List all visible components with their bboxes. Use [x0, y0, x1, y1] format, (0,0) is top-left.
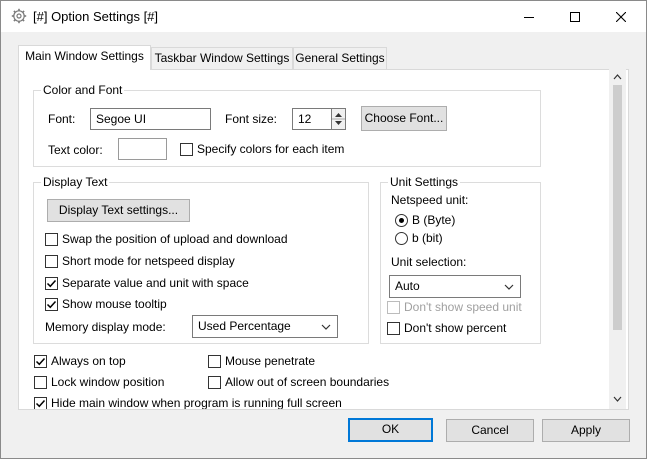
checkbox-box	[180, 142, 193, 156]
swap-upload-download-label: Swap the position of upload and download	[62, 232, 288, 246]
apply-button[interactable]: Apply	[542, 419, 630, 442]
unit-settings-group: Unit Settings Netspeed unit: B (Byte) b …	[380, 175, 541, 344]
minimize-icon	[524, 16, 534, 18]
radio-bit-label: b (bit)	[412, 231, 443, 245]
lock-window-position-label: Lock window position	[51, 375, 165, 389]
window-title: [#] Option Settings [#]	[33, 9, 159, 24]
ok-button[interactable]: OK	[348, 418, 433, 442]
font-size-field[interactable]: 12	[292, 108, 332, 130]
dont-show-speed-unit-label: Don't show speed unit	[404, 300, 522, 314]
allow-out-of-screen-checkbox[interactable]: Allow out of screen boundaries	[208, 374, 389, 390]
vertical-scrollbar[interactable]	[609, 69, 626, 409]
cancel-button[interactable]: Cancel	[446, 419, 534, 442]
unit-selection-value: Auto	[395, 279, 420, 293]
mouse-penetrate-label: Mouse penetrate	[225, 354, 316, 368]
display-text-group: Display Text Display Text settings... Sw…	[33, 175, 369, 344]
checkbox-box	[45, 276, 58, 290]
spinner-arrows-icon	[332, 113, 345, 125]
font-field[interactable]: Segoe UI	[90, 108, 211, 130]
close-button[interactable]	[598, 1, 644, 32]
always-on-top-label: Always on top	[51, 354, 126, 368]
memory-display-mode-label: Memory display mode:	[45, 320, 166, 334]
scroll-up-icon	[613, 74, 622, 80]
text-color-label: Text color:	[48, 143, 103, 157]
tab-general-settings[interactable]: General Settings	[293, 47, 387, 69]
radio-bit[interactable]: b (bit)	[395, 230, 443, 246]
font-size-label: Font size:	[225, 112, 278, 126]
memory-display-mode-value: Used Percentage	[198, 319, 291, 333]
separate-value-unit-label: Separate value and unit with space	[62, 276, 249, 290]
hide-main-window-label: Hide main window when program is running…	[51, 396, 342, 410]
main-window-settings-panel: Color and Font Font: Segoe UI Font size:…	[18, 69, 629, 410]
short-mode-label: Short mode for netspeed display	[62, 254, 235, 268]
specify-colors-label: Specify colors for each item	[197, 142, 345, 156]
check-icon	[35, 399, 46, 407]
lock-window-position-checkbox[interactable]: Lock window position	[34, 374, 164, 390]
checkbox-box	[45, 297, 58, 311]
checkbox-box	[45, 254, 58, 268]
unit-settings-title: Unit Settings	[388, 175, 461, 189]
checkbox-box	[387, 300, 400, 314]
radio-circle	[395, 213, 408, 227]
maximize-button[interactable]	[552, 1, 598, 32]
font-size-spinner[interactable]	[331, 108, 346, 130]
specify-colors-checkbox[interactable]: Specify colors for each item	[180, 141, 344, 157]
separate-value-unit-checkbox[interactable]: Separate value and unit with space	[45, 275, 249, 291]
checkbox-box	[208, 354, 221, 368]
checkbox-box	[34, 375, 47, 389]
check-icon	[46, 300, 57, 308]
radio-byte[interactable]: B (Byte)	[395, 212, 455, 228]
checkbox-box	[34, 354, 47, 368]
chevron-down-icon	[321, 324, 331, 330]
display-text-settings-button[interactable]: Display Text settings...	[47, 199, 190, 222]
option-settings-window: [#] Option Settings [#] Main Window Sett…	[0, 0, 647, 459]
check-icon	[46, 279, 57, 287]
checkbox-box	[45, 232, 58, 246]
memory-display-mode-dropdown[interactable]: Used Percentage	[192, 315, 338, 338]
radio-dot	[399, 217, 404, 223]
swap-upload-download-checkbox[interactable]: Swap the position of upload and download	[45, 231, 288, 247]
tab-taskbar-window-settings[interactable]: Taskbar Window Settings	[151, 47, 293, 69]
dont-show-speed-unit-checkbox: Don't show speed unit	[387, 299, 522, 315]
display-text-title: Display Text	[41, 175, 110, 189]
hide-main-window-checkbox[interactable]: Hide main window when program is running…	[34, 395, 342, 410]
color-and-font-group: Color and Font Font: Segoe UI Font size:…	[33, 83, 541, 167]
allow-out-of-screen-label: Allow out of screen boundaries	[225, 375, 390, 389]
dont-show-percent-checkbox[interactable]: Don't show percent	[387, 320, 506, 336]
tab-main-window-settings[interactable]: Main Window Settings	[18, 45, 151, 70]
unit-selection-label: Unit selection:	[391, 255, 467, 269]
gear-icon	[11, 8, 27, 24]
minimize-button[interactable]	[506, 1, 552, 32]
mouse-penetrate-checkbox[interactable]: Mouse penetrate	[208, 353, 315, 369]
maximize-icon	[570, 11, 580, 22]
radio-circle	[395, 231, 408, 245]
short-mode-checkbox[interactable]: Short mode for netspeed display	[45, 253, 235, 269]
scroll-down-icon	[613, 396, 622, 402]
check-icon	[35, 357, 46, 365]
scrollbar-thumb[interactable]	[613, 85, 622, 330]
checkbox-box	[387, 321, 400, 335]
choose-font-button[interactable]: Choose Font...	[361, 106, 447, 131]
show-mouse-tooltip-label: Show mouse tooltip	[62, 297, 167, 311]
checkbox-box	[34, 396, 47, 409]
dont-show-percent-label: Don't show percent	[404, 321, 507, 335]
show-mouse-tooltip-checkbox[interactable]: Show mouse tooltip	[45, 296, 167, 312]
netspeed-unit-label: Netspeed unit:	[391, 193, 469, 207]
text-color-swatch[interactable]	[118, 138, 167, 160]
radio-byte-label: B (Byte)	[412, 213, 456, 227]
title-bar: [#] Option Settings [#]	[1, 1, 646, 32]
font-label: Font:	[48, 112, 76, 126]
close-icon	[616, 11, 626, 22]
unit-selection-dropdown[interactable]: Auto	[389, 275, 521, 298]
color-and-font-title: Color and Font	[41, 83, 125, 97]
chevron-down-icon	[504, 284, 514, 290]
always-on-top-checkbox[interactable]: Always on top	[34, 353, 126, 369]
checkbox-box	[208, 375, 221, 389]
